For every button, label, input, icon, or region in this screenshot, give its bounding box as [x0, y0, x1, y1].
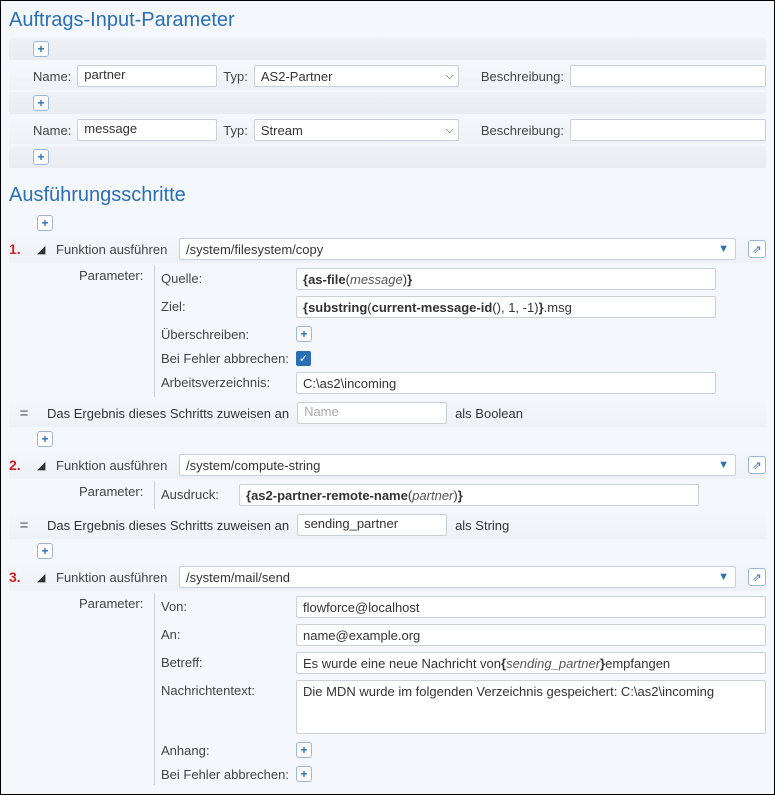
- desc-label: Beschreibung:: [481, 69, 564, 84]
- body-label: Nachrichtentext:: [161, 680, 296, 698]
- open-link-icon[interactable]: ⇗: [748, 568, 766, 586]
- wd-label: Arbeitsverzeichnis:: [161, 372, 296, 390]
- name-label: Name:: [33, 69, 71, 84]
- checkbox-checked[interactable]: ✓: [296, 351, 311, 366]
- chevron-down-icon[interactable]: ▼: [718, 459, 735, 471]
- plus-icon[interactable]: +: [33, 95, 49, 111]
- step-header: 3. ◢ Funktion ausführen /system/mail/sen…: [9, 563, 766, 591]
- type-label: Typ:: [223, 69, 248, 84]
- type-label: Typ:: [223, 123, 248, 138]
- result-prefix: Das Ergebnis dieses Schritts zuweisen an: [47, 518, 289, 533]
- dst-label: Ziel:: [161, 296, 296, 314]
- plus-icon[interactable]: +: [296, 766, 312, 782]
- src-value[interactable]: {as-file(message)}: [296, 268, 716, 290]
- function-selector[interactable]: /system/mail/send ▼: [179, 566, 736, 588]
- param-desc-input[interactable]: [570, 65, 766, 87]
- result-name-input[interactable]: sending_partner: [297, 514, 447, 536]
- to-label: An:: [161, 624, 296, 642]
- from-value[interactable]: flowforce@localhost: [296, 596, 766, 618]
- equals-icon: =: [9, 405, 39, 422]
- function-selector[interactable]: /system/filesystem/copy ▼: [179, 238, 736, 260]
- collapse-icon[interactable]: ◢: [37, 572, 48, 583]
- plus-icon[interactable]: +: [37, 215, 53, 231]
- add-step-row[interactable]: +: [9, 213, 766, 233]
- collapse-icon[interactable]: ◢: [37, 244, 48, 255]
- expr-label: Ausdruck:: [161, 484, 239, 502]
- input-param-row: Name: partner Typ: AS2-Partner⌵ Beschrei…: [9, 62, 766, 90]
- exec-function-label: Funktion ausführen: [56, 458, 171, 473]
- param-name-input[interactable]: partner: [77, 65, 217, 87]
- open-link-icon[interactable]: ⇗: [748, 456, 766, 474]
- wd-value[interactable]: C:\as2\incoming: [296, 372, 716, 394]
- function-selector[interactable]: /system/compute-string ▼: [179, 454, 736, 476]
- chevron-down-icon[interactable]: ▼: [718, 243, 735, 255]
- open-link-icon[interactable]: ⇗: [748, 240, 766, 258]
- input-param-row: Name: message Typ: Stream⌵ Beschreibung:: [9, 116, 766, 144]
- plus-icon[interactable]: +: [37, 431, 53, 447]
- result-name-input[interactable]: Name: [297, 402, 447, 424]
- result-suffix: als String: [455, 518, 509, 533]
- step-marker: 3.: [9, 569, 29, 585]
- step-marker: 1.: [9, 241, 29, 257]
- exec-function-label: Funktion ausführen: [56, 570, 171, 585]
- add-param-row-top[interactable]: +: [9, 38, 766, 60]
- input-params-title: Auftrags-Input-Parameter: [9, 9, 766, 32]
- add-param-row[interactable]: +: [9, 146, 766, 168]
- plus-icon[interactable]: +: [296, 326, 312, 342]
- dst-value[interactable]: {substring(current-message-id(), 1, -1)}…: [296, 296, 716, 318]
- to-value[interactable]: name@example.org: [296, 624, 766, 646]
- attach-label: Anhang:: [161, 740, 296, 758]
- exec-steps-title: Ausführungsschritte: [9, 184, 766, 207]
- result-prefix: Das Ergebnis dieses Schritts zuweisen an: [47, 406, 289, 421]
- parameter-label: Parameter:: [79, 593, 154, 785]
- step-result-row: = Das Ergebnis dieses Schritts zuweisen …: [9, 399, 766, 427]
- parameter-label: Parameter:: [79, 481, 154, 509]
- subj-value[interactable]: Es wurde eine neue Nachricht von {sendin…: [296, 652, 766, 674]
- param-name-input[interactable]: message: [77, 119, 217, 141]
- param-type-select[interactable]: AS2-Partner⌵: [254, 65, 459, 87]
- add-param-row[interactable]: +: [9, 92, 766, 114]
- subj-label: Betreff:: [161, 652, 296, 670]
- step-header: 1. ◢ Funktion ausführen /system/filesyst…: [9, 235, 766, 263]
- from-label: Von:: [161, 596, 296, 614]
- expr-value[interactable]: {as2-partner-remote-name(partner)}: [239, 484, 699, 506]
- add-step-row[interactable]: +: [9, 541, 766, 561]
- plus-icon[interactable]: +: [37, 543, 53, 559]
- step-result-row: = Das Ergebnis dieses Schritts zuweisen …: [9, 511, 766, 539]
- plus-icon[interactable]: +: [33, 149, 49, 165]
- chevron-down-icon: ⌵: [446, 124, 454, 137]
- name-label: Name:: [33, 123, 71, 138]
- parameter-label: Parameter:: [79, 265, 154, 397]
- overwrite-label: Überschreiben:: [161, 324, 296, 342]
- exec-function-label: Funktion ausführen: [56, 242, 171, 257]
- plus-icon[interactable]: +: [33, 41, 49, 57]
- add-step-row[interactable]: +: [9, 429, 766, 449]
- src-label: Quelle:: [161, 268, 296, 286]
- step-marker: 2.: [9, 457, 29, 473]
- collapse-icon[interactable]: ◢: [37, 460, 48, 471]
- result-suffix: als Boolean: [455, 406, 523, 421]
- equals-icon: =: [9, 517, 39, 534]
- fail-label: Bei Fehler abbrechen:: [161, 764, 296, 782]
- body-value[interactable]: Die MDN wurde im folgenden Verzeichnis g…: [296, 680, 766, 734]
- param-desc-input[interactable]: [570, 119, 766, 141]
- step-header: 2. ◢ Funktion ausführen /system/compute-…: [9, 451, 766, 479]
- chevron-down-icon: ⌵: [446, 70, 454, 83]
- plus-icon[interactable]: +: [296, 742, 312, 758]
- param-type-select[interactable]: Stream⌵: [254, 119, 459, 141]
- fail-label: Bei Fehler abbrechen:: [161, 348, 296, 366]
- chevron-down-icon[interactable]: ▼: [718, 571, 735, 583]
- desc-label: Beschreibung:: [481, 123, 564, 138]
